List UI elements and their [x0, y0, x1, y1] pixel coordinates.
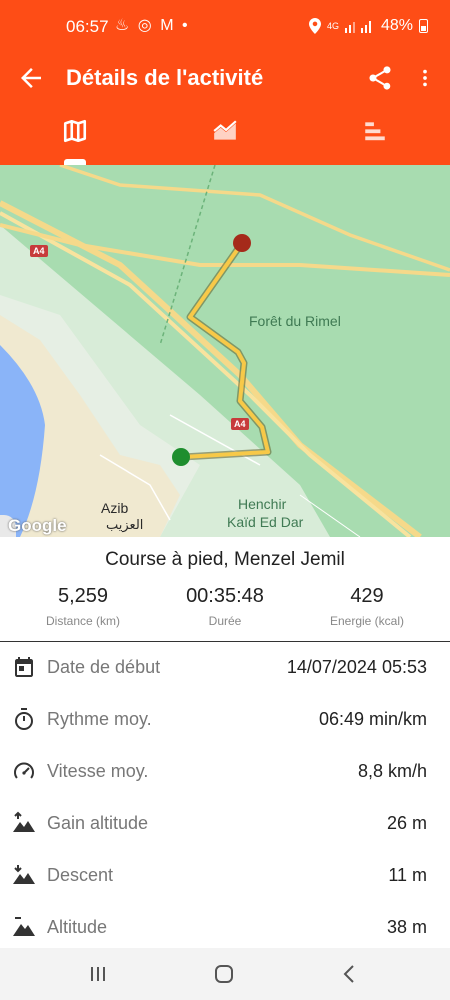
detail-label: Altitude: [47, 917, 108, 937]
signal-icon: [344, 21, 371, 33]
back-nav-icon[interactable]: [338, 962, 362, 986]
detail-value: 11 m: [388, 865, 427, 885]
network-type: 4G: [326, 21, 339, 31]
page-title: Détails de l'activité: [66, 65, 264, 90]
activity-title: Course à pied, Menzel Jemil: [105, 549, 345, 570]
descent-icon: [13, 865, 35, 884]
stat-value: 00:35:48: [186, 585, 264, 607]
notification-icons: ♨ ◎ M •: [115, 17, 190, 34]
system-nav-bar: [0, 948, 450, 1000]
road-sign-a4-2: A4: [231, 418, 249, 430]
back-arrow-icon[interactable]: [16, 63, 46, 93]
bar-list-icon: [365, 122, 385, 141]
detail-row-start-date: Date de début 14/07/2024 05:53: [0, 642, 450, 694]
detail-value: 38 m: [386, 917, 427, 937]
more-options-icon[interactable]: [414, 64, 436, 92]
altitude-icon: [13, 917, 35, 936]
timer-icon: [15, 708, 33, 730]
stat-distance: 5,259 Distance (km): [8, 585, 158, 628]
detail-value: 8,8 km/h: [357, 761, 427, 781]
location-icon: [308, 18, 321, 34]
stat-label: Durée: [208, 614, 242, 628]
detail-label: Gain altitude: [47, 813, 149, 833]
detail-label: Date de début: [47, 657, 161, 677]
forest-label: Forêt du Rimel: [249, 313, 341, 329]
stat-value: 5,259: [57, 585, 109, 607]
tab-map[interactable]: [0, 105, 150, 165]
detail-label: Vitesse moy.: [47, 761, 149, 781]
area-label-line2: Kaïd Ed Dar: [227, 514, 304, 530]
start-marker[interactable]: [172, 448, 190, 466]
status-right: 4G 48%: [308, 17, 428, 35]
home-icon[interactable]: [212, 962, 236, 986]
detail-label: Descent: [47, 865, 114, 885]
battery-percent: 48%: [380, 17, 413, 34]
town-label-arabic: العزيب: [106, 517, 144, 532]
stat-label: Distance (km): [45, 614, 120, 628]
google-attribution: Google: [8, 516, 67, 535]
calendar-icon: [15, 657, 33, 677]
area-label-line1: Henchir: [238, 496, 287, 512]
activity-summary: Course à pied, Menzel Jemil 5,259 Distan…: [0, 537, 450, 642]
detail-value: 06:49 min/km: [318, 709, 427, 729]
detail-row-pace: Rythme moy. 06:49 min/km: [0, 694, 450, 746]
altitude-gain-icon: [13, 811, 35, 832]
battery-icon: [419, 19, 428, 33]
area-chart-icon: [213, 120, 237, 140]
stat-duration: 00:35:48 Durée: [150, 585, 300, 628]
map-icon: [63, 119, 87, 143]
detail-row-altitude-gain: Gain altitude 26 m: [0, 798, 450, 850]
tab-stats[interactable]: [300, 105, 450, 165]
town-label: Azib: [101, 500, 129, 516]
route-map[interactable]: Forêt du Rimel A4 A4 Azib العزيب Henchir…: [0, 165, 450, 537]
tab-chart[interactable]: [150, 105, 300, 165]
end-marker[interactable]: [233, 234, 251, 252]
app-bar: Détails de l'activité: [0, 55, 450, 105]
detail-row-descent: Descent 11 m: [0, 850, 450, 902]
stat-value: 429: [350, 585, 384, 607]
map-canvas[interactable]: [0, 165, 450, 537]
speedometer-icon: [14, 762, 34, 779]
detail-row-altitude: Altitude 38 m: [0, 902, 450, 954]
share-icon[interactable]: [366, 64, 394, 92]
stat-label: Energie (kcal): [329, 614, 405, 628]
detail-value: 26 m: [386, 813, 427, 833]
status-bar: 06:57 ♨ ◎ M • 4G 48%: [0, 0, 450, 55]
status-time: 06:57: [66, 17, 109, 36]
details-list: Date de début 14/07/2024 05:53 Rythme mo…: [0, 642, 450, 954]
recent-apps-icon[interactable]: [86, 962, 110, 986]
tab-bar: [0, 105, 450, 165]
detail-label: Rythme moy.: [47, 709, 152, 729]
detail-value: 14/07/2024 05:53: [286, 657, 427, 677]
stat-energy: 429 Energie (kcal): [292, 585, 442, 628]
detail-row-speed: Vitesse moy. 8,8 km/h: [0, 746, 450, 798]
road-sign-a4-1: A4: [30, 245, 48, 257]
